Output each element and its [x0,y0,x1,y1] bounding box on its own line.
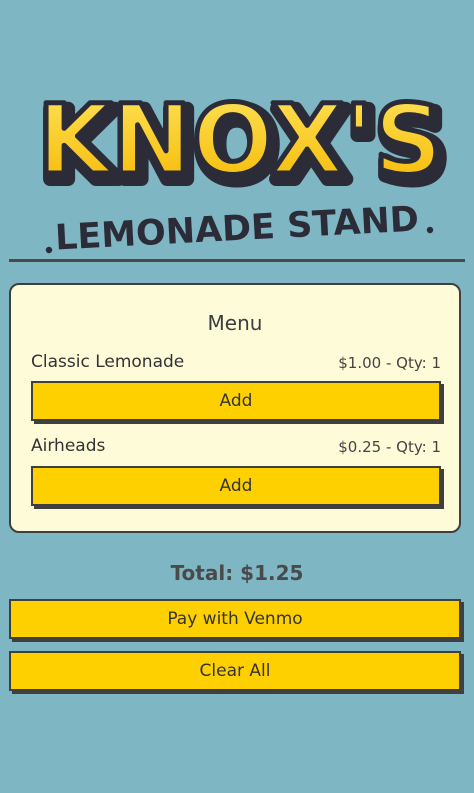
clear-all-button[interactable]: Clear All [9,651,461,691]
menu-card: Menu Classic Lemonade $1.00 - Qty: 1 Add… [9,283,461,533]
logo-subtitle: LEMONADE STAND [54,200,420,255]
header-divider [9,259,465,262]
logo-dot-right [426,226,434,234]
order-total: Total: $1.25 [170,561,304,585]
logo-dot-left [45,246,53,254]
menu-item-price-qty: $1.00 - Qty: 1 [338,354,441,372]
menu-item-name: Airheads [31,436,106,456]
add-airheads-button[interactable]: Add [31,466,441,506]
menu-item-price-qty: $0.25 - Qty: 1 [338,438,441,456]
pay-with-venmo-button[interactable]: Pay with Venmo [9,599,461,639]
menu-title: Menu [207,311,263,335]
menu-item-name: Classic Lemonade [31,352,185,372]
add-classic-lemonade-button[interactable]: Add [31,381,441,421]
logo-title: KNOX'S [37,84,442,196]
logo: KNOX'S KNOX'S LEMONADE STAND [34,82,453,256]
